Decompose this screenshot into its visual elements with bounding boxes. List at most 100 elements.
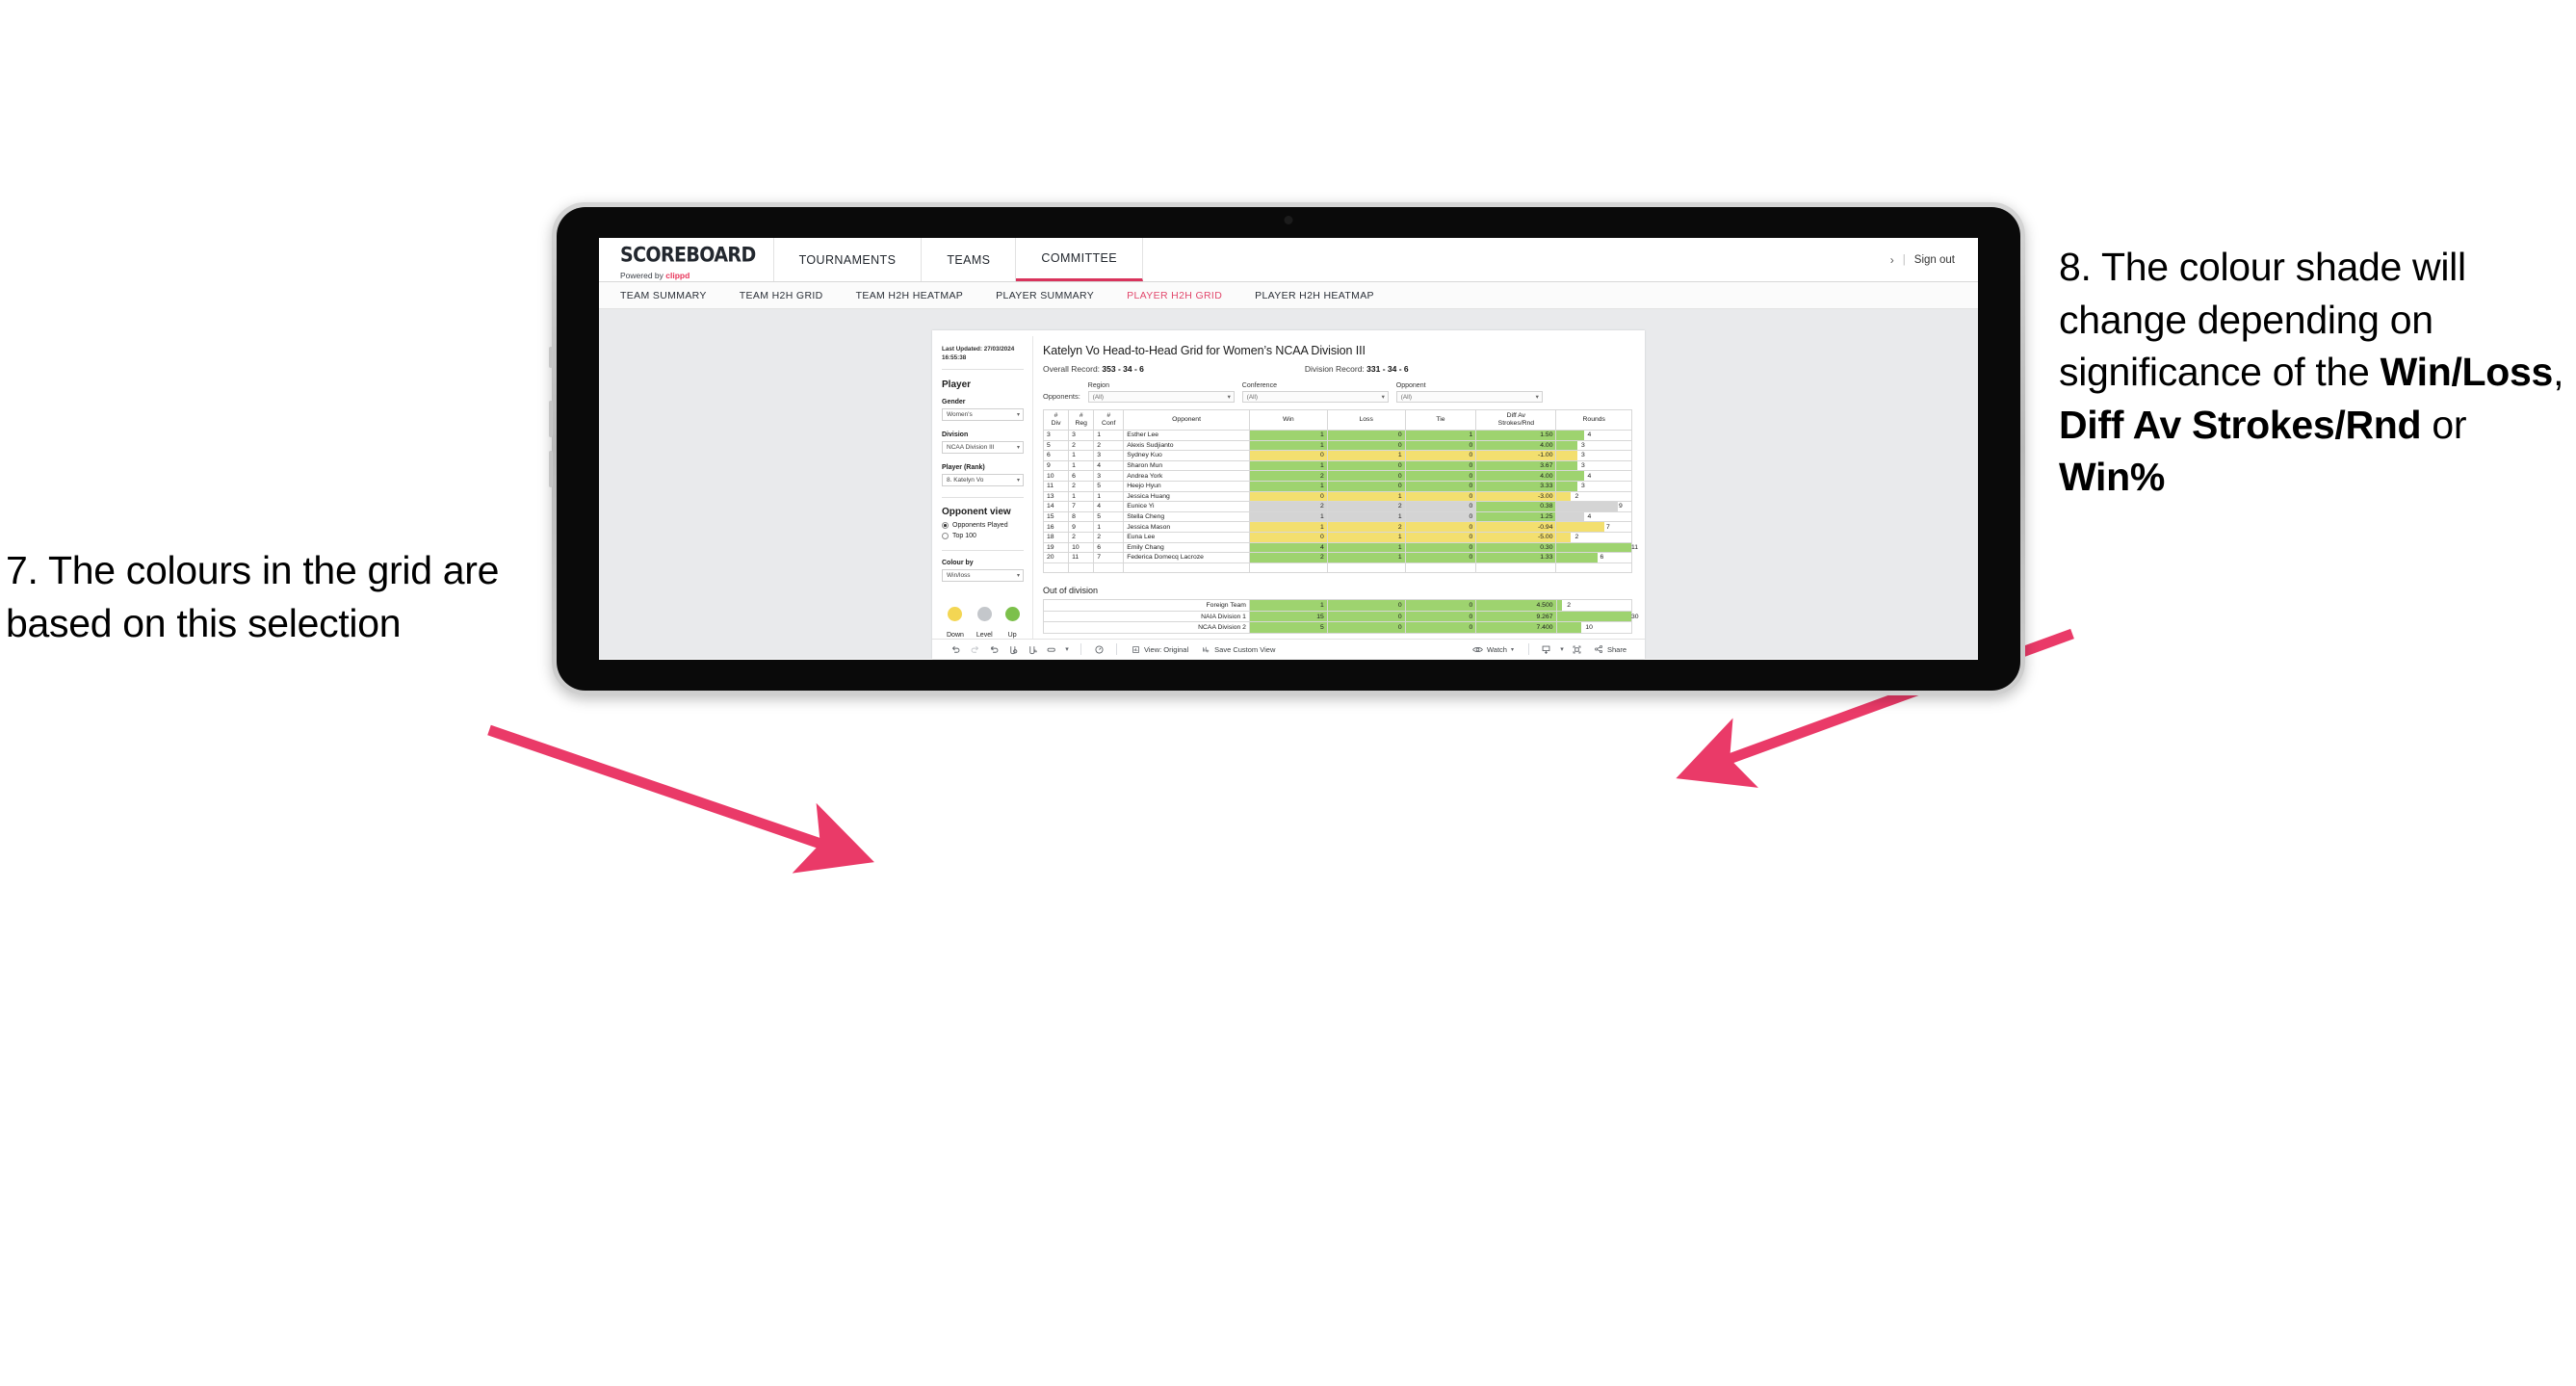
chevron-down-icon[interactable]: ▾ — [1556, 641, 1568, 657]
col-header--div[interactable]: # Div — [1042, 409, 1070, 431]
table-row[interactable]: 20 11 7 Federica Domecq Lacroze 2 1 0 1.33 6 — [1042, 552, 1632, 563]
cell-tie: 0 — [1404, 621, 1477, 634]
out-of-division-row[interactable]: Foreign Team 1 0 0 4.500 2 — [1043, 599, 1633, 612]
table-row[interactable]: 9 1 4 Sharon Mun 1 0 0 3.67 3 — [1042, 459, 1632, 472]
tablet-bezel: SCOREBOARD Powered by clippd TOURNAMENTS… — [557, 207, 2020, 691]
nav-tab-teams[interactable]: TEAMS — [922, 238, 1017, 281]
filler-cell — [1248, 562, 1328, 574]
col-header-opponent[interactable]: Opponent — [1123, 409, 1250, 431]
overall-record-value: 353 - 34 - 6 — [1102, 364, 1144, 374]
cell-loss: 0 — [1326, 599, 1406, 612]
view-mode-icon[interactable] — [1042, 641, 1061, 657]
conference-select[interactable]: (All) ▾ — [1241, 391, 1389, 403]
cell-group-name: NCAA Division 2 — [1043, 621, 1250, 634]
table-row[interactable]: 18 2 2 Euna Lee 0 1 0 -5.00 2 — [1042, 531, 1632, 543]
colour-by-select[interactable]: Win/loss ▾ — [942, 569, 1024, 582]
out-of-division-body: Foreign Team 1 0 0 4.500 2 NAIA Division 1 15 0 0… — [1043, 599, 1639, 634]
table-row[interactable]: 15 8 5 Stella Cheng 1 1 0 1.25 4 — [1042, 510, 1632, 523]
cell-reg: 3 — [1068, 430, 1095, 441]
radio-opponents-played[interactable]: Opponents Played — [942, 522, 1024, 529]
logo-tagline-text: Powered by — [620, 270, 666, 280]
cell-diff: 1.33 — [1475, 552, 1557, 563]
table-row[interactable]: 14 7 4 Eunice Yi 2 2 0 0.38 9 — [1042, 501, 1632, 512]
rounds-bar — [1556, 622, 1582, 633]
cell-loss: 0 — [1326, 470, 1406, 482]
rounds-bar — [1556, 511, 1584, 522]
cell-div: 19 — [1042, 541, 1070, 554]
table-row[interactable]: 16 9 1 Jessica Mason 1 2 0 -0.94 7 — [1042, 521, 1632, 533]
undo-icon[interactable] — [946, 641, 965, 657]
table-row[interactable]: 13 1 1 Jessica Huang 0 1 0 -3.00 2 — [1042, 490, 1632, 503]
col-header-tie[interactable]: Tie — [1404, 409, 1477, 431]
col-header--conf[interactable]: # Conf — [1093, 409, 1125, 431]
toolbar-divider-2 — [1116, 643, 1117, 655]
table-row[interactable]: 6 1 3 Sydney Kuo 0 1 0 -1.00 3 — [1042, 450, 1632, 461]
region-select[interactable]: (All) ▾ — [1087, 391, 1235, 403]
alerts-icon[interactable] — [1089, 641, 1108, 657]
refresh-icon[interactable] — [1003, 641, 1023, 657]
region-label: Region — [1087, 382, 1109, 389]
subnav-team-h2h-heatmap[interactable]: TEAM H2H HEATMAP — [856, 290, 980, 301]
out-of-division-row[interactable]: NAIA Division 1 15 0 0 9.267 30 — [1043, 610, 1639, 623]
logo-wordmark: SCOREBOARD — [620, 243, 756, 267]
rounds-value: 2 — [1567, 602, 1572, 610]
rounds-bar — [1556, 542, 1631, 553]
player-rank-select[interactable]: 8. Katelyn Vo ▾ — [942, 474, 1024, 486]
cell-reg: 2 — [1068, 531, 1095, 543]
subnav-player-summary[interactable]: PLAYER SUMMARY — [996, 290, 1110, 301]
subnav-team-summary[interactable]: TEAM SUMMARY — [620, 290, 723, 301]
revert-icon[interactable] — [984, 641, 1003, 657]
table-row[interactable]: 11 2 5 Heejo Hyun 1 0 0 3.33 3 — [1042, 480, 1632, 492]
app-logo[interactable]: SCOREBOARD Powered by clippd — [599, 238, 774, 281]
cell-win: 2 — [1248, 470, 1328, 482]
legend-dot-up — [1004, 607, 1020, 621]
cell-win: 1 — [1248, 599, 1328, 612]
out-of-division-row[interactable]: NCAA Division 2 5 0 0 7.400 10 — [1043, 621, 1633, 634]
cell-diff: 3.33 — [1475, 480, 1557, 492]
radio-top-100[interactable]: Top 100 — [942, 533, 1024, 539]
filler-cell — [1042, 562, 1070, 574]
table-row[interactable]: 19 10 6 Emily Chang 4 1 0 0.30 11 — [1042, 541, 1638, 554]
fullscreen-icon[interactable] — [1568, 641, 1587, 657]
cell-reg: 1 — [1068, 459, 1095, 472]
col-header-diff-av-strokes-rnd[interactable]: Diff Av Strokes/Rnd — [1475, 409, 1557, 431]
opponent-select[interactable]: (All) ▾ — [1395, 391, 1543, 403]
table-row[interactable]: 3 3 1 Esther Lee 1 0 1 1.50 4 — [1042, 430, 1632, 441]
save-custom-view-button[interactable]: Save Custom View — [1195, 645, 1282, 654]
col-header-loss[interactable]: Loss — [1326, 409, 1406, 431]
share-button[interactable]: Share — [1587, 644, 1633, 654]
gender-select[interactable]: Women's ▾ — [942, 408, 1024, 421]
col-header--reg[interactable]: # Reg — [1068, 409, 1095, 431]
nav-tab-committee[interactable]: COMMITTEE — [1016, 238, 1143, 281]
pause-icon[interactable] — [1023, 641, 1042, 657]
col-header-rounds[interactable]: Rounds — [1555, 409, 1632, 431]
subnav-team-h2h-grid[interactable]: TEAM H2H GRID — [740, 290, 840, 301]
sign-out-link[interactable]: Sign out — [1914, 254, 1955, 266]
table-row[interactable]: 5 2 2 Alexis Sudjianto 1 0 0 4.00 3 — [1042, 439, 1632, 452]
rounds-value: 4 — [1587, 513, 1592, 521]
table-row[interactable]: 10 6 3 Andrea York 2 0 0 4.00 4 — [1042, 470, 1632, 482]
cell-reg: 8 — [1068, 510, 1095, 523]
cell-tie: 0 — [1404, 450, 1477, 461]
subnav-player-h2h-grid[interactable]: PLAYER H2H GRID — [1127, 290, 1238, 301]
download-icon[interactable] — [1537, 641, 1556, 657]
cell-tie: 0 — [1404, 470, 1477, 482]
chevron-right-icon[interactable]: › — [1890, 253, 1894, 267]
watch-button[interactable]: Watch ▾ — [1466, 645, 1521, 654]
chevron-down-icon[interactable]: ▾ — [1061, 641, 1073, 657]
subnav-player-h2h-heatmap[interactable]: PLAYER H2H HEATMAP — [1255, 290, 1391, 301]
workspace: Last Updated: 27/03/2024 16:55:38 Player… — [599, 309, 1978, 659]
nav-tab-tournaments[interactable]: TOURNAMENTS — [774, 238, 923, 281]
cell-win: 0 — [1248, 531, 1328, 543]
cell-reg: 9 — [1068, 521, 1095, 533]
col-header-win[interactable]: Win — [1248, 409, 1328, 431]
rounds-bar — [1556, 532, 1571, 542]
legend-dot-level — [976, 607, 992, 621]
opponent-label: Opponent — [1395, 382, 1426, 389]
toolbar-divider-1 — [1080, 643, 1081, 655]
view-original-button[interactable]: View: Original — [1125, 645, 1195, 654]
division-select[interactable]: NCAA Division III ▾ — [942, 441, 1024, 454]
opponent-value: (All) — [1400, 393, 1412, 401]
overall-record: Overall Record: 353 - 34 - 6 — [1043, 364, 1144, 374]
redo-icon[interactable] — [965, 641, 984, 657]
